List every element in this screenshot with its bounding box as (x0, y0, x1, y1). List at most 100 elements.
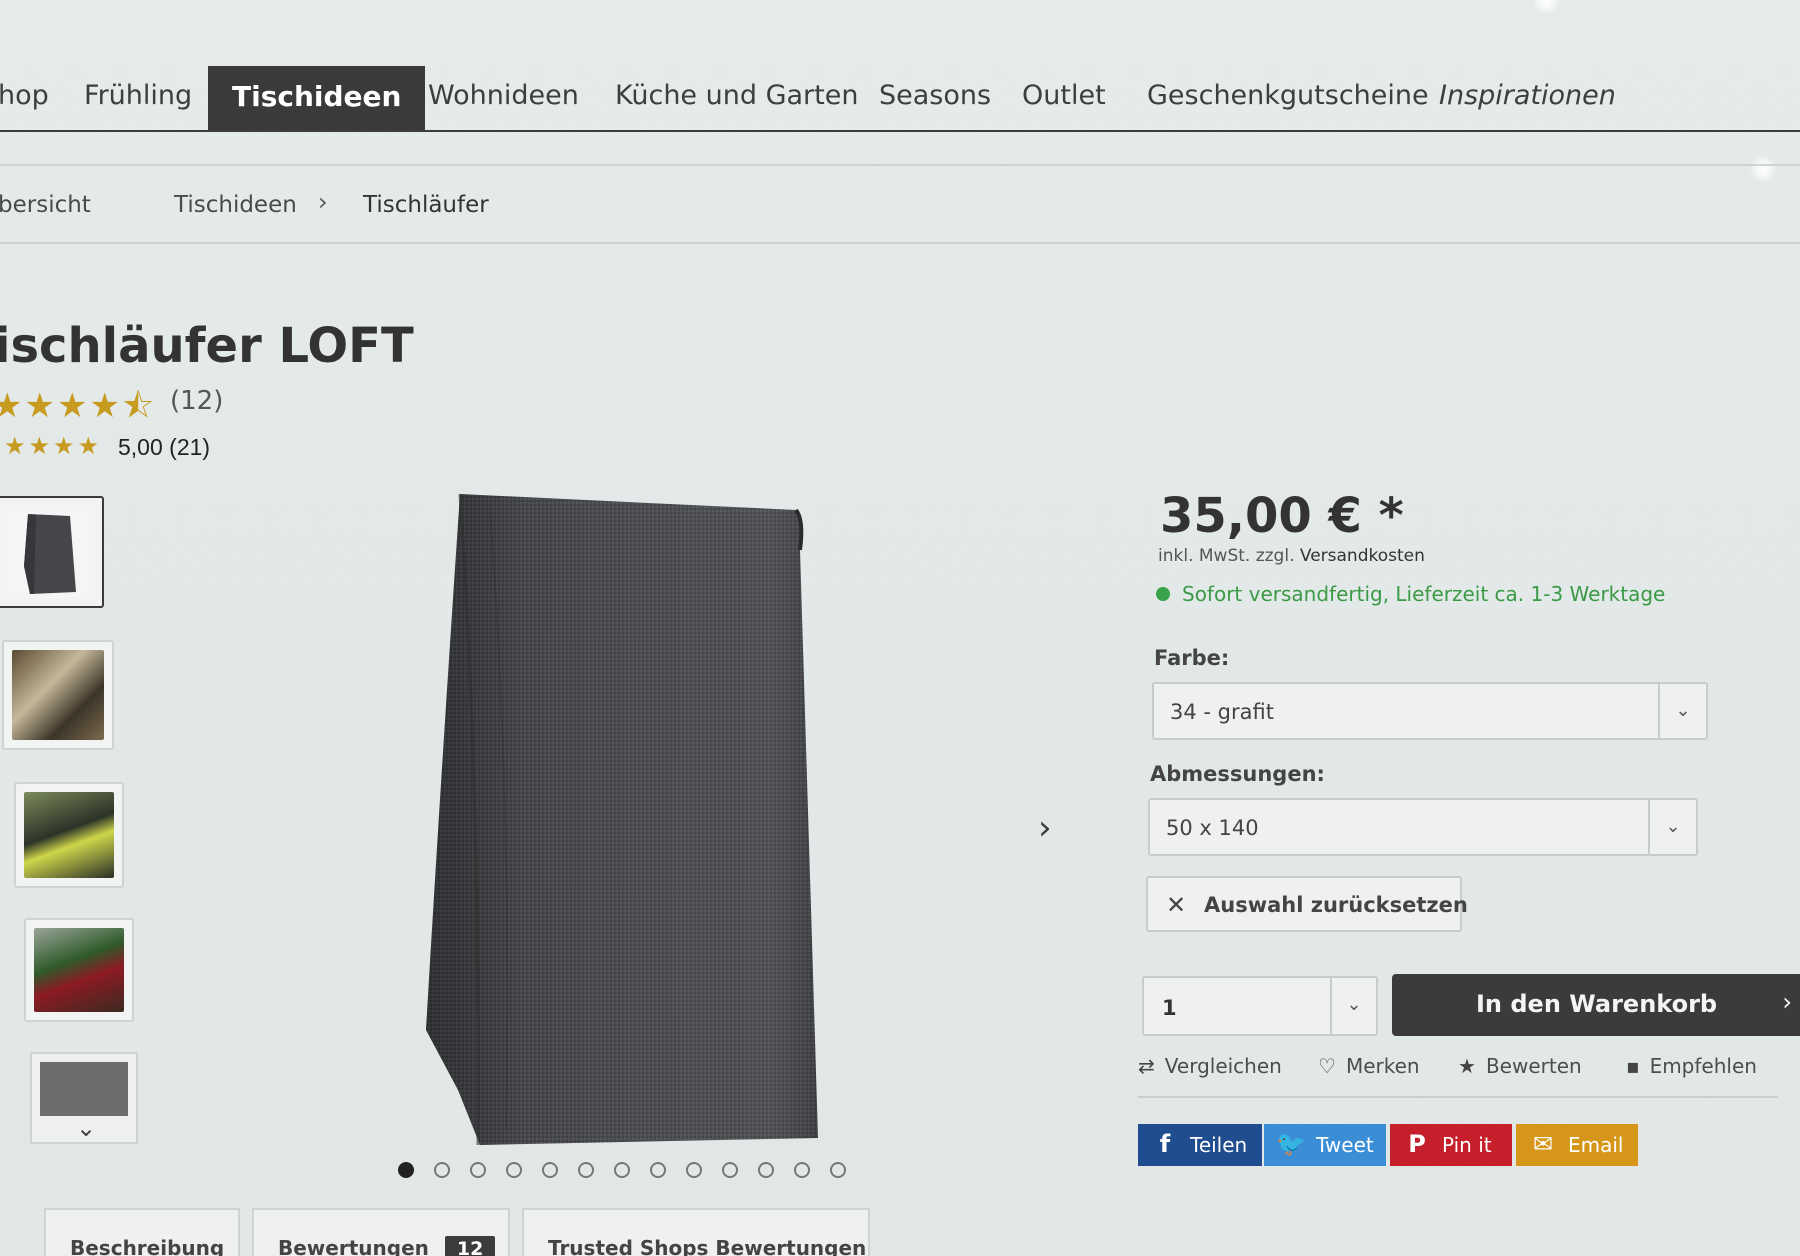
nav-item-outlet[interactable]: Outlet (1022, 80, 1106, 111)
remember-link[interactable]: ♡ Merken (1318, 1054, 1420, 1078)
compare-icon: ⇄ (1138, 1054, 1155, 1078)
slider-dot[interactable] (614, 1162, 630, 1178)
slider-dot[interactable] (470, 1162, 486, 1178)
product-title: ischläufer LOFT (0, 318, 414, 374)
table-setting-3-icon (34, 928, 124, 1012)
tax-text: inkl. MwSt. zzgl. (1158, 546, 1295, 566)
close-icon: ✕ (1166, 891, 1187, 919)
chevron-down-icon: ⌄ (1648, 800, 1696, 854)
nav-item-geschenkgutscheine[interactable]: Geschenkgutscheine (1147, 80, 1429, 111)
pinterest-icon: P (1408, 1130, 1426, 1158)
share-pinterest-button[interactable]: P Pin it (1390, 1124, 1512, 1166)
breadcrumb: bersicht Tischideen › Tischläufer (0, 164, 1800, 244)
tab-bewertungen[interactable]: Bewertungen 12 (252, 1208, 510, 1256)
reset-selection-button[interactable]: ✕ Auswahl zurücksetzen (1146, 876, 1468, 932)
share-twitter-label: Tweet (1316, 1133, 1374, 1157)
breadcrumb-overview[interactable]: bersicht (0, 192, 91, 218)
tax-info: inkl. MwSt. zzgl. Versandkosten (1158, 546, 1425, 566)
dimensions-label: Abmessungen: (1150, 762, 1325, 786)
share-facebook-label: Teilen (1190, 1133, 1248, 1157)
delivery-status: Sofort versandfertig, Lieferzeit ca. 1-3… (1156, 582, 1665, 606)
recommend-link[interactable]: ▪ Empfehlen (1626, 1054, 1757, 1078)
breadcrumb-tischideen[interactable]: Tischideen (174, 192, 297, 218)
tab-beschreibung-label: Beschreibung (70, 1236, 225, 1256)
thumbnail-4[interactable] (24, 918, 134, 1022)
table-setting-1-icon (12, 650, 104, 740)
thumbnail-5[interactable]: ⌄ (30, 1052, 138, 1144)
slider-dot[interactable] (722, 1162, 738, 1178)
reviews-count-badge: 12 (444, 1236, 496, 1256)
slider-dot[interactable] (794, 1162, 810, 1178)
rate-label: Bewerten (1485, 1054, 1582, 1078)
rate-link[interactable]: ★ Bewerten (1458, 1054, 1582, 1078)
nav-item-wohnideen[interactable]: Wohnideen (428, 80, 579, 111)
share-facebook-button[interactable]: f Teilen (1138, 1124, 1262, 1166)
nav-item-tischideen[interactable]: Tischideen (208, 66, 426, 130)
twitter-icon: 🐦 (1276, 1130, 1306, 1158)
slider-dot[interactable] (542, 1162, 558, 1178)
compare-link[interactable]: ⇄ Vergleichen (1138, 1054, 1282, 1078)
nav-item-seasons[interactable]: Seasons (879, 80, 991, 111)
email-icon: ✉ (1532, 1130, 1554, 1158)
nav-item-kueche-und-garten[interactable]: Küche und Garten (615, 80, 858, 111)
quantity-value: 1 (1162, 996, 1177, 1020)
recommend-label: Empfehlen (1649, 1054, 1757, 1078)
trusted-shops-stars-icon: ★★★★ (4, 432, 103, 460)
slider-dot[interactable] (650, 1162, 666, 1178)
chevron-right-icon[interactable]: › (1038, 808, 1052, 848)
chevron-down-icon: ⌄ (1658, 684, 1706, 738)
share-email-label: Email (1568, 1133, 1624, 1157)
add-to-cart-button[interactable]: In den Warenkorb › (1392, 974, 1800, 1036)
share-pinterest-label: Pin it (1442, 1133, 1492, 1157)
star-icon: ★ (1458, 1054, 1476, 1078)
in-stock-dot-icon (1156, 587, 1170, 601)
nav-divider (0, 130, 1800, 132)
star-rating-icon[interactable]: ★★★★⯪ (0, 382, 156, 439)
breadcrumb-tischlaeufer[interactable]: Tischläufer (363, 192, 489, 218)
thumbnail-1[interactable] (0, 496, 104, 608)
rating-count[interactable]: (12) (170, 386, 223, 416)
color-select-value: 34 - grafit (1170, 700, 1274, 724)
add-to-cart-label: In den Warenkorb (1476, 990, 1718, 1018)
tab-beschreibung[interactable]: Beschreibung (44, 1208, 240, 1256)
slider-dot[interactable] (506, 1162, 522, 1178)
slider-dot[interactable] (758, 1162, 774, 1178)
comment-icon: ▪ (1626, 1054, 1640, 1078)
nav-item-fruehling[interactable]: Frühling (84, 80, 192, 111)
chevron-down-icon: ⌄ (1330, 978, 1376, 1034)
shipping-costs-link[interactable]: Versandkosten (1300, 546, 1425, 566)
nav-item-inspirationen[interactable]: Inspirationen (1439, 80, 1616, 111)
slider-dot[interactable] (578, 1162, 594, 1178)
slider-dot[interactable] (434, 1162, 450, 1178)
product-price: 35,00 € * (1160, 488, 1404, 544)
chevron-down-icon[interactable]: ⌄ (76, 1114, 96, 1142)
slider-dot[interactable] (830, 1162, 846, 1178)
slider-dot[interactable] (686, 1162, 702, 1178)
product-info-icon (40, 1062, 128, 1116)
compare-label: Vergleichen (1164, 1054, 1282, 1078)
chevron-right-icon: › (1782, 988, 1792, 1016)
thumbnail-3[interactable] (14, 782, 124, 888)
main-navigation: hop Frühling Tischideen Wohnideen Küche … (0, 0, 1800, 132)
table-setting-2-icon (24, 792, 114, 878)
heart-icon: ♡ (1318, 1054, 1336, 1078)
divider (1138, 1096, 1778, 1098)
quantity-select[interactable]: 1 ⌄ (1142, 976, 1378, 1036)
dimensions-select-value: 50 x 140 (1166, 816, 1259, 840)
share-twitter-button[interactable]: 🐦 Tweet (1264, 1124, 1386, 1166)
color-select[interactable]: 34 - grafit ⌄ (1152, 682, 1708, 740)
runner-grafit-icon (6, 506, 94, 598)
share-email-button[interactable]: ✉ Email (1516, 1124, 1638, 1166)
product-main-image[interactable] (420, 490, 820, 1150)
thumbnail-2[interactable] (2, 640, 114, 750)
trusted-shops-score[interactable]: 5,00 (21) (118, 434, 210, 461)
breadcrumb-separator-icon: › (318, 188, 328, 216)
delivery-status-text: Sofort versandfertig, Lieferzeit ca. 1-3… (1182, 582, 1666, 606)
remember-label: Merken (1345, 1054, 1420, 1078)
nav-item-shop[interactable]: hop (0, 80, 49, 111)
tab-bewertungen-label: Bewertungen (278, 1236, 429, 1256)
tab-trusted-shops[interactable]: Trusted Shops Bewertungen (522, 1208, 870, 1256)
tab-trusted-shops-label: Trusted Shops Bewertungen (548, 1236, 867, 1256)
dimensions-select[interactable]: 50 x 140 ⌄ (1148, 798, 1698, 856)
slider-dot[interactable] (398, 1162, 414, 1178)
